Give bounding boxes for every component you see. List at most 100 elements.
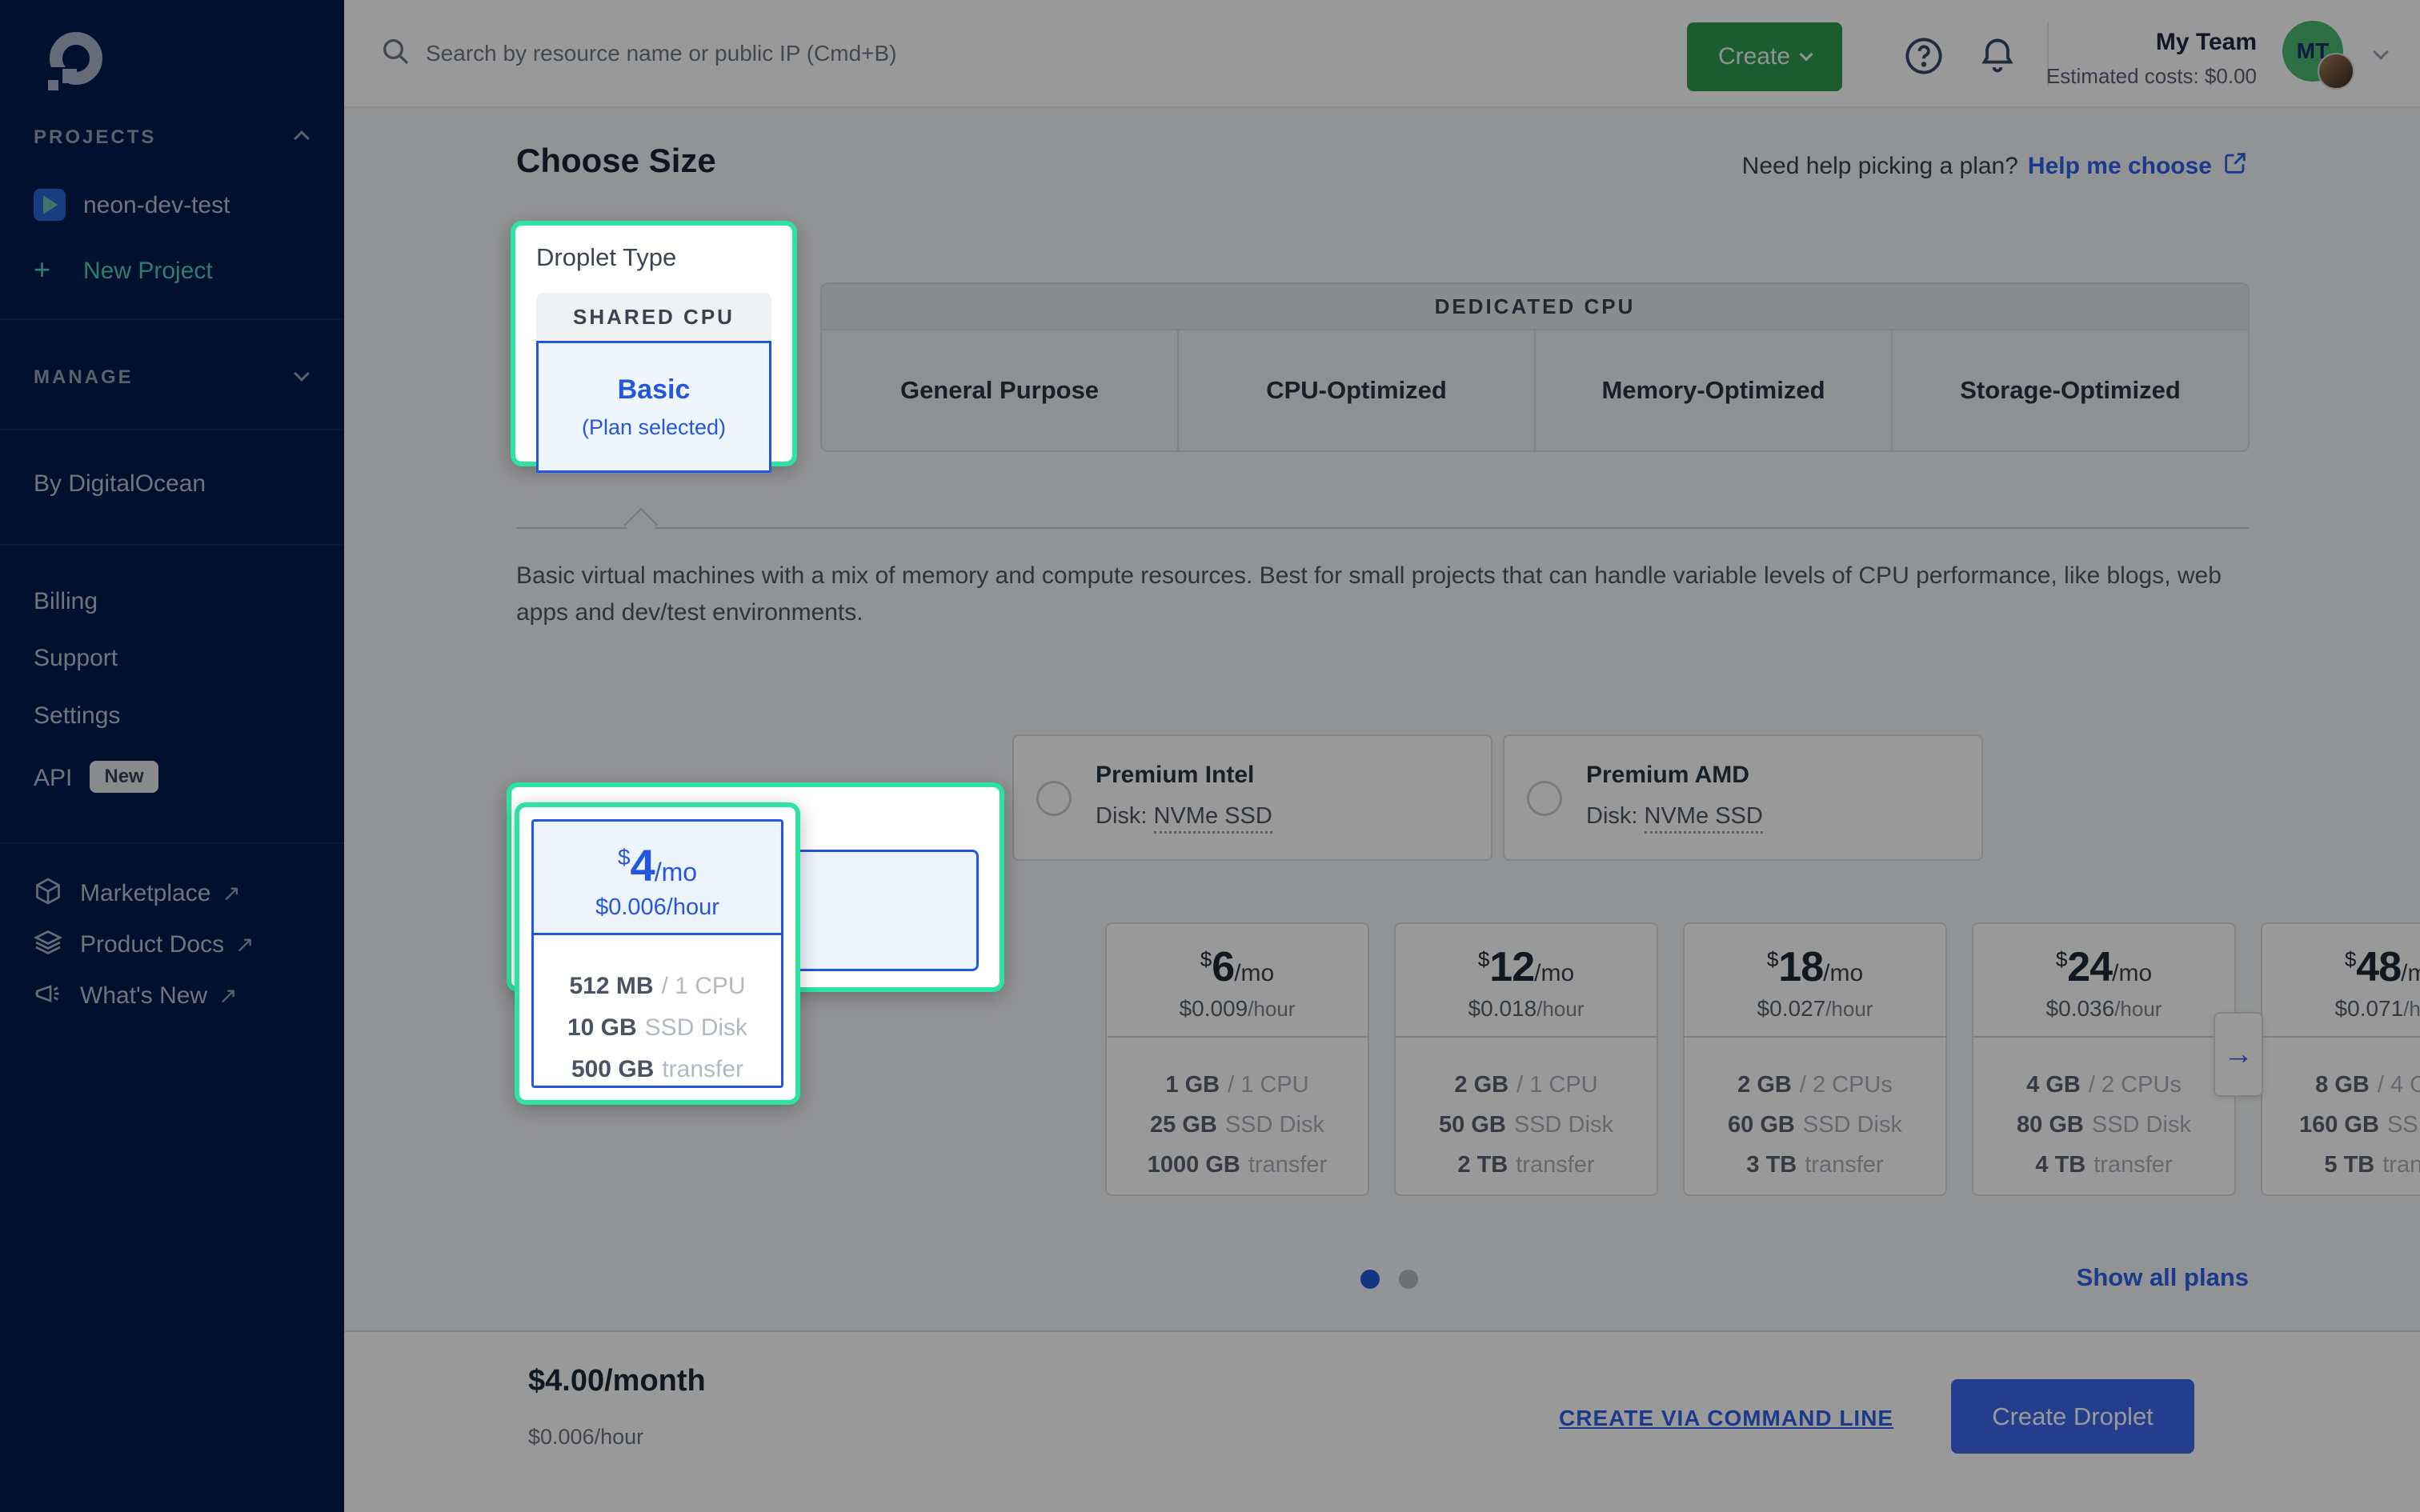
premium-intel-label: Premium Intel bbox=[1096, 762, 1254, 789]
plan-specs: 512 MB/ 1 CPU 10 GBSSD Disk 500 GBtransf… bbox=[534, 935, 781, 1088]
global-search bbox=[379, 0, 1340, 106]
plan-price-header: $12/mo $0.018/hour bbox=[1396, 924, 1657, 1038]
top-header-bar: Create My Team Estimated costs: $0.00 MT bbox=[344, 0, 2420, 108]
droplet-type-label: Droplet Type bbox=[536, 243, 771, 272]
plan-card-4mo-selected[interactable]: $4/mo $0.006/hour 512 MB/ 1 CPU 10 GBSSD… bbox=[531, 819, 783, 1088]
sidebar-divider bbox=[0, 842, 344, 844]
team-info[interactable]: My Team Estimated costs: $0.00 bbox=[2046, 29, 2257, 89]
team-name: My Team bbox=[2046, 29, 2257, 56]
radio-unselected-icon[interactable] bbox=[1036, 781, 1072, 816]
dedicated-cpu-options: General Purpose CPU-Optimized Memory-Opt… bbox=[822, 330, 2248, 450]
right-arrow-icon: → bbox=[2223, 1038, 2254, 1072]
monthly-total: $4.00/month bbox=[528, 1364, 706, 1398]
help-icon[interactable] bbox=[1903, 35, 1945, 81]
external-arrow-icon: ↗ bbox=[222, 881, 240, 906]
help-row: Need help picking a plan? Help me choose bbox=[1742, 150, 2249, 183]
plan-card-24mo[interactable]: $24/mo $0.036/hour 4 GB/ 2 CPUs 80 GBSSD… bbox=[1972, 922, 2236, 1196]
pagination-dot[interactable] bbox=[1399, 1270, 1418, 1289]
plan-specs: 4 GB/ 2 CPUs 80 GBSSD Disk 4 TBtransfer bbox=[1973, 1038, 2234, 1185]
tab-storage-optimized[interactable]: Storage-Optimized bbox=[1893, 330, 2248, 450]
create-button[interactable]: Create bbox=[1687, 22, 1842, 91]
search-icon bbox=[379, 35, 411, 71]
plan-price-header: $18/mo $0.027/hour bbox=[1685, 924, 1945, 1038]
radio-unselected-icon[interactable] bbox=[1527, 781, 1562, 816]
external-link-icon bbox=[2222, 150, 2249, 183]
notifications-bell-icon[interactable] bbox=[1977, 35, 2018, 81]
plan-selected-status: (Plan selected) bbox=[582, 415, 726, 440]
create-button-label: Create bbox=[1718, 43, 1790, 70]
plan-card-12mo[interactable]: $12/mo $0.018/hour 2 GB/ 1 CPU 50 GBSSD … bbox=[1394, 922, 1658, 1196]
tab-dedicated-cpu[interactable]: DEDICATED CPU bbox=[822, 284, 2248, 330]
help-me-choose-link[interactable]: Help me choose bbox=[2028, 153, 2212, 180]
user-avatar[interactable] bbox=[2318, 53, 2354, 90]
plan-card-6mo[interactable]: $6/mo $0.009/hour 1 GB/ 1 CPU 25 GBSSD D… bbox=[1105, 922, 1369, 1196]
play-icon bbox=[43, 195, 58, 214]
tab-cpu-optimized[interactable]: CPU-Optimized bbox=[1179, 330, 1536, 450]
carousel-pagination bbox=[1360, 1270, 1418, 1289]
page-title: Choose Size bbox=[516, 142, 716, 180]
sidebar-item-whats-new[interactable]: What's New↗ bbox=[34, 979, 238, 1014]
sidebar-item-api[interactable]: API New bbox=[34, 764, 158, 796]
highlight-droplet-type: Droplet Type SHARED CPU Basic (Plan sele… bbox=[511, 221, 797, 466]
sidebar-item-product-docs[interactable]: Product Docs ↗ bbox=[34, 928, 254, 963]
search-input[interactable] bbox=[426, 41, 1306, 66]
pagination-dot-active[interactable] bbox=[1360, 1270, 1380, 1289]
sidebar-item-new-project[interactable]: New Project bbox=[83, 258, 213, 285]
projects-section-label: PROJECTS bbox=[34, 126, 156, 149]
carousel-next-button[interactable]: → bbox=[2214, 1012, 2263, 1097]
cpu-option-premium-amd[interactable]: Premium AMD Disk: NVMe SSD bbox=[1503, 734, 1983, 861]
plan-specs: 1 GB/ 1 CPU 25 GBSSD Disk 1000 GBtransfe… bbox=[1107, 1038, 1368, 1185]
premium-amd-disk: Disk: NVMe SSD bbox=[1586, 803, 1763, 830]
api-label: API bbox=[34, 765, 72, 791]
layers-icon bbox=[34, 928, 62, 963]
external-arrow-icon: ↗ bbox=[235, 932, 254, 957]
sidebar-item-by-digitalocean[interactable]: By DigitalOcean bbox=[34, 470, 206, 498]
selected-tab-caret bbox=[624, 508, 658, 542]
highlight-plan-4mo: $4/mo $0.006/hour 512 MB/ 1 CPU 10 GBSSD… bbox=[515, 802, 800, 1105]
plan-description: Basic virtual machines with a mix of mem… bbox=[516, 558, 2253, 631]
plan-price-header: $48/mo $0.071/hour bbox=[2262, 924, 2420, 1038]
digitalocean-logo-icon[interactable] bbox=[45, 32, 107, 94]
create-droplet-button[interactable]: Create Droplet bbox=[1951, 1379, 2194, 1454]
manage-section-label: MANAGE bbox=[34, 366, 134, 389]
dedicated-cpu-tabs: DEDICATED CPU General Purpose CPU-Optimi… bbox=[820, 282, 2250, 452]
chevron-down-icon bbox=[1800, 48, 1813, 62]
sidebar-item-settings[interactable]: Settings bbox=[34, 702, 120, 730]
plan-card-18mo[interactable]: $18/mo $0.027/hour 2 GB/ 2 CPUs 60 GBSSD… bbox=[1683, 922, 1947, 1196]
section-divider bbox=[516, 527, 2249, 529]
tab-memory-optimized[interactable]: Memory-Optimized bbox=[1536, 330, 1893, 450]
tab-basic-selected[interactable]: Basic (Plan selected) bbox=[536, 341, 771, 473]
sidebar-divider bbox=[0, 429, 344, 430]
cpu-option-premium-intel[interactable]: Premium Intel Disk: NVMe SSD bbox=[1012, 734, 1492, 861]
account-chevron-icon[interactable] bbox=[2373, 44, 2389, 60]
marketplace-label: Marketplace bbox=[80, 880, 210, 906]
sidebar-item-project[interactable]: neon-dev-test bbox=[83, 192, 230, 219]
tab-shared-cpu[interactable]: SHARED CPU bbox=[536, 293, 771, 341]
premium-amd-label: Premium AMD bbox=[1586, 762, 1749, 789]
sidebar-divider bbox=[0, 544, 344, 546]
sidebar-divider bbox=[0, 318, 344, 320]
sidebar-item-billing[interactable]: Billing bbox=[34, 588, 98, 615]
sidebar-item-marketplace[interactable]: Marketplace ↗ bbox=[34, 877, 241, 912]
create-via-command-line-link[interactable]: CREATE VIA COMMAND LINE bbox=[1559, 1406, 1893, 1431]
whats-new-label: What's New bbox=[80, 982, 207, 1009]
plan-price-header: $6/mo $0.009/hour bbox=[1107, 924, 1368, 1038]
sidebar: PROJECTS neon-dev-test + New Project MAN… bbox=[0, 0, 344, 1512]
logo-square-small bbox=[48, 80, 58, 90]
sidebar-item-support[interactable]: Support bbox=[34, 645, 118, 672]
show-all-plans-link[interactable]: Show all plans bbox=[2077, 1263, 2249, 1292]
projects-collapse-chevron-icon[interactable] bbox=[294, 130, 310, 146]
help-prompt: Need help picking a plan? bbox=[1742, 153, 2018, 180]
footer-bar: $4.00/month $0.006/hour CREATE VIA COMMA… bbox=[344, 1330, 2420, 1512]
tab-general-purpose[interactable]: General Purpose bbox=[822, 330, 1179, 450]
plan-price-header: $4/mo $0.006/hour bbox=[534, 822, 781, 935]
premium-intel-disk: Disk: NVMe SSD bbox=[1096, 803, 1272, 830]
new-badge: New bbox=[90, 761, 158, 793]
manage-expand-chevron-icon[interactable] bbox=[294, 366, 310, 382]
plan-card-48mo[interactable]: $48/mo $0.071/hour 8 GB/ 4 CPUs 160 GBSS… bbox=[2261, 922, 2420, 1196]
plan-specs: 8 GB/ 4 CPUs 160 GBSSD Disk 5 TBtransfer bbox=[2262, 1038, 2420, 1185]
logo-square bbox=[62, 69, 77, 83]
product-docs-label: Product Docs bbox=[80, 931, 224, 958]
plus-icon[interactable]: + bbox=[34, 253, 50, 286]
hourly-total: $0.006/hour bbox=[528, 1425, 643, 1450]
